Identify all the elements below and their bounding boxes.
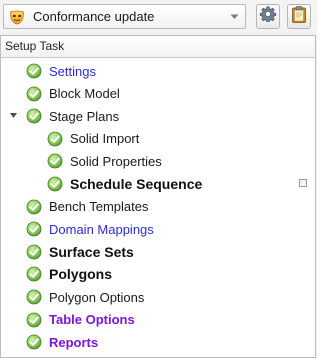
tree-item[interactable]: Domain Mappings — [1, 218, 315, 240]
tree-item-label: Stage Plans — [49, 108, 120, 124]
tree-item[interactable]: Solid Properties — [1, 150, 315, 172]
mask-icon — [9, 9, 25, 25]
chevron-down-icon[interactable] — [225, 5, 243, 28]
tree-item-label: Surface Sets — [49, 243, 134, 260]
check-circle-icon — [26, 266, 42, 282]
tree-item[interactable]: Polygon Options — [1, 286, 315, 308]
tree-item-label: Reports — [49, 334, 99, 350]
clipboard-button[interactable] — [287, 4, 311, 29]
tree-item[interactable]: Surface Sets — [1, 241, 315, 263]
combo-value: Conformance update — [33, 9, 155, 24]
check-circle-icon — [47, 131, 63, 147]
tree-item[interactable]: Solid Import — [1, 128, 315, 150]
panel-header: Setup Task — [1, 36, 315, 58]
check-circle-icon — [26, 244, 42, 260]
tree-item[interactable]: Block Model — [1, 83, 315, 105]
toolbar: Conformance update — [0, 0, 317, 33]
tree-item-label: Polygon Options — [49, 289, 145, 305]
setup-task-window: Conformance update Setup Task Settings B… — [0, 0, 317, 358]
tree-item-label: Domain Mappings — [49, 221, 154, 237]
tree-item-label: Solid Properties — [70, 153, 162, 169]
tree-item[interactable]: Schedule Sequence — [1, 173, 315, 195]
tree-item[interactable]: Reports — [1, 331, 315, 353]
check-circle-icon — [26, 86, 42, 102]
tree-item[interactable]: Table Options — [1, 309, 315, 331]
tree-item[interactable]: Stage Plans — [1, 105, 315, 127]
expand-triangle-icon[interactable] — [9, 111, 18, 120]
gear-icon — [260, 6, 276, 27]
check-circle-icon — [26, 63, 42, 79]
conformance-combobox[interactable]: Conformance update — [3, 4, 246, 29]
tree-item[interactable]: Settings — [1, 60, 315, 82]
tree-item-label: Solid Import — [70, 131, 140, 147]
check-circle-icon — [26, 334, 42, 350]
check-circle-icon — [26, 289, 42, 305]
clipboard-icon — [291, 5, 307, 28]
settings-button[interactable] — [256, 4, 280, 29]
tree-item-label: Block Model — [49, 86, 120, 102]
tree-item-label: Settings — [49, 63, 96, 79]
tree-item-label: Bench Templates — [49, 199, 149, 215]
setup-task-panel: Setup Task Settings Block Model Stage Plan… — [0, 35, 316, 358]
check-circle-icon — [26, 221, 42, 237]
check-circle-icon — [47, 176, 63, 192]
check-circle-icon — [26, 312, 42, 328]
tree-item[interactable]: Polygons — [1, 263, 315, 285]
check-circle-icon — [26, 199, 42, 215]
tree-item-label: Polygons — [49, 266, 113, 283]
tree-item[interactable]: Bench Templates — [1, 196, 315, 218]
check-circle-icon — [47, 153, 63, 169]
check-circle-icon — [26, 108, 42, 124]
tree-item-label: Schedule Sequence — [70, 176, 203, 192]
row-marker[interactable] — [299, 179, 307, 187]
tree-item-label: Table Options — [49, 312, 135, 328]
